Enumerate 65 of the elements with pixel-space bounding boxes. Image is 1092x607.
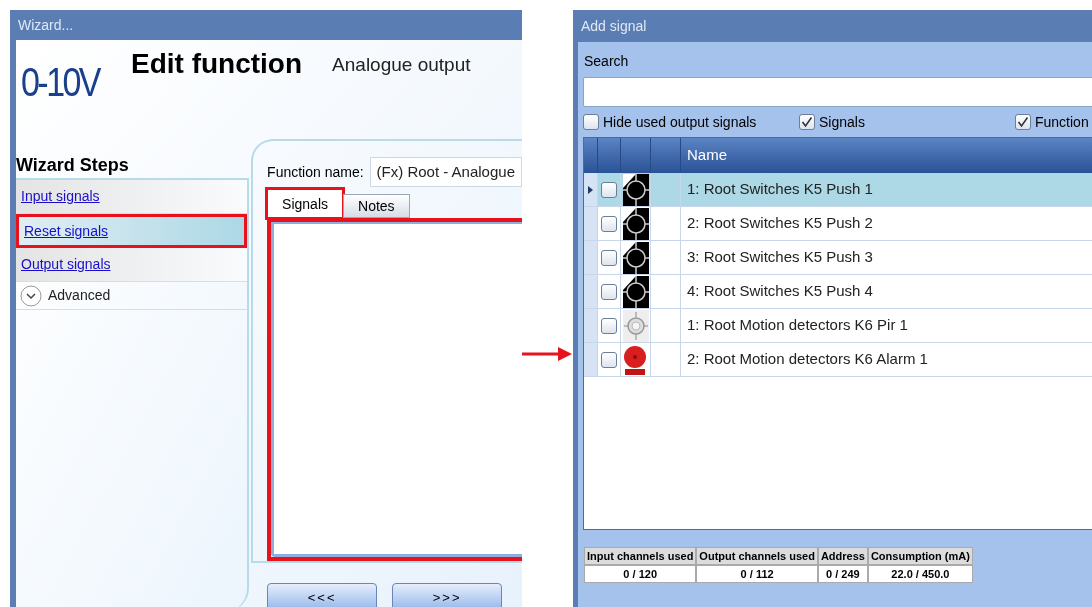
function-name-field[interactable]: (Fx) Root - Analogue xyxy=(369,157,522,187)
step-link[interactable]: Output signals xyxy=(21,254,111,275)
logo: 0-10V xyxy=(21,62,101,102)
signal-name: 4: Root Switches K5 Push 4 xyxy=(686,281,874,302)
signal-name: 2: Root Switches K5 Push 2 xyxy=(686,213,874,234)
wizard-step[interactable]: Reset signals xyxy=(16,214,248,248)
signal-name: 1: Root Switches K5 Push 1 xyxy=(686,179,874,200)
signal-name: 3: Root Switches K5 Push 3 xyxy=(686,247,874,268)
chevron-down-icon xyxy=(20,284,42,307)
signal-name: 2: Root Motion detectors K6 Alarm 1 xyxy=(686,349,929,370)
checkbox-label: Hide used output signals xyxy=(603,112,757,132)
checkbox-label: Function xyxy=(1035,112,1089,132)
page-subtitle: Analogue output xyxy=(332,55,471,74)
tab[interactable]: Signals xyxy=(267,189,343,218)
checkbox[interactable] xyxy=(1015,114,1031,130)
status-value: 22.0 / 450.0 xyxy=(867,565,973,583)
step-link[interactable]: Input signals xyxy=(21,186,100,207)
step-link[interactable]: Reset signals xyxy=(24,220,109,242)
advanced-expander[interactable]: Advanced xyxy=(16,282,248,310)
signal-row[interactable]: 1: Root Motion detectors K6 Pir 1 xyxy=(584,309,1092,343)
signal-row[interactable]: 2: Root Switches K5 Push 2 xyxy=(584,207,1092,241)
back-button[interactable]: <<< xyxy=(267,583,378,607)
status-value: 0 / 249 xyxy=(817,565,868,583)
row-checkbox[interactable] xyxy=(601,317,617,334)
advanced-label: Advanced xyxy=(48,286,111,305)
switch-icon xyxy=(622,173,649,206)
tab[interactable]: Notes xyxy=(343,194,410,218)
motion-sensor-icon xyxy=(622,309,649,342)
search-label: Search xyxy=(584,52,630,71)
search-field[interactable] xyxy=(583,77,1092,107)
window-title: Wizard... xyxy=(18,15,74,35)
wizard-step[interactable]: Input signals xyxy=(16,180,248,214)
next-button[interactable]: >>> xyxy=(392,583,503,607)
row-checkbox[interactable] xyxy=(601,249,617,266)
wizard-step[interactable]: Output signals xyxy=(16,248,248,282)
row-checkbox[interactable] xyxy=(601,181,617,198)
status-value: 0 / 112 xyxy=(696,565,818,583)
row-checkbox[interactable] xyxy=(601,283,617,300)
status-value: 0 / 120 xyxy=(584,565,697,583)
checkbox[interactable] xyxy=(583,114,599,130)
status-header: Address xyxy=(817,547,868,565)
signal-row[interactable]: 1: Root Switches K5 Push 1 xyxy=(584,173,1092,207)
status-header: Consumption (mA) xyxy=(867,547,973,565)
status-header: Input channels used xyxy=(584,547,697,565)
status-header: Output channels used xyxy=(696,547,818,565)
section-heading: Wizard Steps xyxy=(16,154,130,176)
signal-row[interactable]: 2: Root Motion detectors K6 Alarm 1 xyxy=(584,343,1092,377)
switch-icon xyxy=(622,207,649,240)
checkmark-icon xyxy=(801,116,813,128)
window-title: Add signal xyxy=(581,16,647,36)
arrow-icon xyxy=(522,345,572,363)
function-name-label: Function name: xyxy=(267,162,364,182)
row-checkbox[interactable] xyxy=(601,351,617,368)
row-pointer-icon xyxy=(588,185,593,194)
checkmark-icon xyxy=(1017,116,1029,128)
row-checkbox[interactable] xyxy=(601,215,617,232)
alarm-bell-icon xyxy=(622,343,649,376)
switch-icon xyxy=(622,241,649,274)
signal-row[interactable]: 4: Root Switches K5 Push 4 xyxy=(584,275,1092,309)
signal-row[interactable]: 3: Root Switches K5 Push 3 xyxy=(584,241,1092,275)
checkbox[interactable] xyxy=(799,114,815,130)
signal-name: 1: Root Motion detectors K6 Pir 1 xyxy=(686,315,909,336)
page-title: Edit function xyxy=(131,50,303,78)
checkbox-label: Signals xyxy=(819,112,865,132)
switch-icon xyxy=(622,275,649,308)
